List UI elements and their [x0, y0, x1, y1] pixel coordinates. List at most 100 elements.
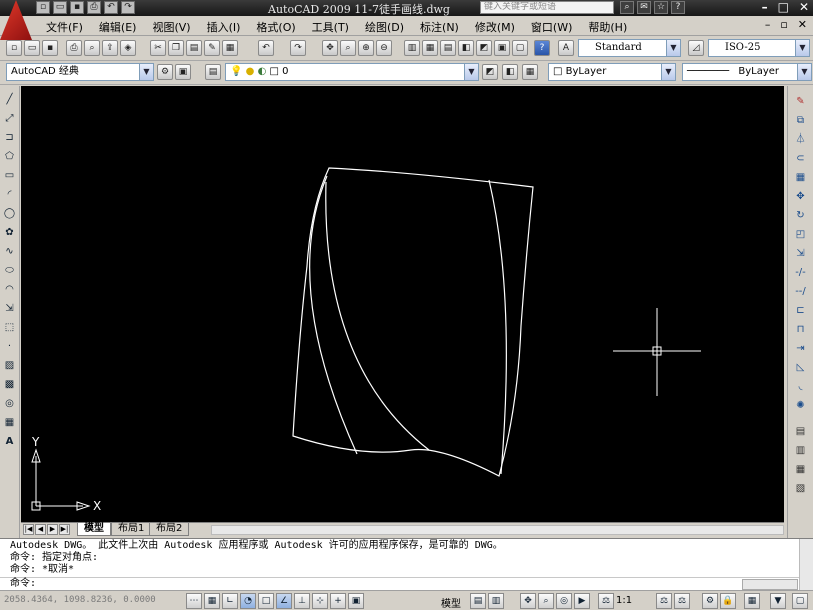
dynamic-ucs-icon[interactable]: ⊥	[294, 593, 310, 609]
first-tab-icon[interactable]: |◀	[23, 524, 34, 535]
cut-icon[interactable]: ✂	[150, 40, 166, 56]
polar-tracking-icon[interactable]: ◔	[240, 593, 256, 609]
minimize-icon[interactable]: –	[762, 0, 768, 15]
prev-tab-icon[interactable]: ◀	[35, 524, 46, 535]
dim-style-icon[interactable]: ◿	[688, 40, 704, 56]
menu-insert[interactable]: 插入(I)	[199, 19, 249, 35]
draworder-above-icon[interactable]: ▦	[793, 462, 808, 477]
communication-center-icon[interactable]: ✉	[637, 1, 651, 14]
help-toolbar-icon[interactable]: ?	[534, 40, 550, 56]
workspace-switching-icon[interactable]: ⚙	[702, 593, 718, 609]
favorites-star-icon[interactable]: ☆	[654, 1, 668, 14]
line-icon[interactable]: ╱	[2, 92, 17, 107]
rectangle-icon[interactable]: ▭	[2, 168, 17, 183]
offset-icon[interactable]: ⊂	[793, 151, 808, 166]
chevron-down-icon[interactable]: ▼	[795, 40, 809, 56]
text-style-select[interactable]: Standard ▼	[578, 39, 681, 57]
menu-help[interactable]: 帮助(H)	[580, 19, 635, 35]
pan-icon[interactable]: ✥	[322, 40, 338, 56]
quick-view-layouts-icon[interactable]: ▤	[470, 593, 486, 609]
multiline-text-icon[interactable]: A	[2, 434, 17, 449]
workspace-select[interactable]: AutoCAD 经典 ▼	[6, 63, 154, 81]
match-properties-icon[interactable]: ✎	[204, 40, 220, 56]
save-icon[interactable]: ▪	[70, 1, 84, 14]
tab-layout1[interactable]: 布局1	[111, 523, 152, 536]
next-tab-icon[interactable]: ▶	[47, 524, 58, 535]
auto-scale-icon[interactable]: ⚖	[674, 593, 690, 609]
zoom-status-icon[interactable]: ⌕	[538, 593, 554, 609]
break-at-point-icon[interactable]: ⊏	[793, 303, 808, 318]
gradient-icon[interactable]: ▩	[2, 377, 17, 392]
last-tab-icon[interactable]: ▶|	[59, 524, 70, 535]
fillet-icon[interactable]: ◟	[793, 379, 808, 394]
break-icon[interactable]: ⊓	[793, 322, 808, 337]
quick-view-drawings-icon[interactable]: ▥	[488, 593, 504, 609]
scale-icon[interactable]: ◰	[793, 227, 808, 242]
undo-icon[interactable]: ↶	[104, 1, 118, 14]
new-icon[interactable]: ▫	[36, 1, 50, 14]
open-file-icon[interactable]: ▭	[24, 40, 40, 56]
pan-status-icon[interactable]: ✥	[520, 593, 536, 609]
dynamic-input-icon[interactable]: ⊹	[312, 593, 328, 609]
coordinate-readout[interactable]: 2058.4364, 1098.8236, 0.0000	[4, 595, 156, 605]
color-select[interactable]: □ ByLayer ▼	[548, 63, 676, 81]
menu-draw[interactable]: 绘图(D)	[357, 19, 412, 35]
doc-close-icon[interactable]: ✕	[798, 18, 807, 31]
region-icon[interactable]: ◎	[2, 396, 17, 411]
erase-icon[interactable]: ✎	[793, 94, 808, 109]
paste-icon[interactable]: ▤	[186, 40, 202, 56]
command-input-row[interactable]: 命令:	[0, 577, 799, 590]
array-icon[interactable]: ▦	[793, 170, 808, 185]
menu-view[interactable]: 视图(V)	[144, 19, 198, 35]
layer-states-icon[interactable]: ▦	[522, 64, 538, 80]
annotation-visibility-icon[interactable]: ⚖	[656, 593, 672, 609]
zoom-window-icon[interactable]: ⊕	[358, 40, 374, 56]
polyline-icon[interactable]: ⊐	[2, 130, 17, 145]
calculator-icon[interactable]: ▢	[512, 40, 528, 56]
draworder-under-icon[interactable]: ▧	[793, 481, 808, 496]
search-icon[interactable]: ⌕	[620, 1, 634, 14]
print-icon[interactable]: ⎙	[87, 1, 101, 14]
model-space-label[interactable]: 模型	[441, 595, 461, 610]
make-block-icon[interactable]: ⬚	[2, 320, 17, 335]
save-file-icon[interactable]: ▪	[42, 40, 58, 56]
doc-restore-icon[interactable]: ▫	[780, 18, 787, 31]
move-icon[interactable]: ✥	[793, 189, 808, 204]
markup-icon[interactable]: ◩	[476, 40, 492, 56]
text-style-icon[interactable]: A	[558, 40, 574, 56]
join-icon[interactable]: ⇥	[793, 341, 808, 356]
steeringwheel-icon[interactable]: ◎	[556, 593, 572, 609]
chamfer-icon[interactable]: ◺	[793, 360, 808, 375]
workspace-lock-icon[interactable]: ▣	[175, 64, 191, 80]
linetype-select[interactable]: ─────── ByLayer ▼	[682, 63, 812, 81]
polygon-icon[interactable]: ⬠	[2, 149, 17, 164]
plot-preview-icon[interactable]: ⌕	[84, 40, 100, 56]
open-icon[interactable]: ▭	[53, 1, 67, 14]
redo-toolbar-icon[interactable]: ↷	[290, 40, 306, 56]
draworder-back-icon[interactable]: ▥	[793, 443, 808, 458]
quick-properties-icon[interactable]: ▣	[348, 593, 364, 609]
chevron-down-icon[interactable]: ▼	[139, 64, 153, 80]
dim-style-select[interactable]: ISO-25 ▼	[708, 39, 810, 57]
draworder-front-icon[interactable]: ▤	[793, 424, 808, 439]
publish-icon[interactable]: ⇪	[102, 40, 118, 56]
layer-select[interactable]: 💡 ● ◐ □ 0 ▼	[225, 63, 479, 81]
annotation-scale-value[interactable]: 1:1	[616, 595, 632, 606]
tab-model[interactable]: 模型	[77, 523, 111, 536]
menu-tools[interactable]: 工具(T)	[304, 19, 357, 35]
plot-icon[interactable]: ⎙	[66, 40, 82, 56]
properties-icon[interactable]: ▥	[404, 40, 420, 56]
layer-manager-icon[interactable]: ▤	[205, 64, 221, 80]
command-vscrollbar[interactable]	[799, 539, 813, 591]
grid-display-icon[interactable]: ▦	[204, 593, 220, 609]
copy-icon[interactable]: ❐	[168, 40, 184, 56]
chevron-down-icon[interactable]: ▼	[661, 64, 675, 80]
spline-icon[interactable]: ∿	[2, 244, 17, 259]
insert-block-icon[interactable]: ⇲	[2, 301, 17, 316]
status-menu-icon[interactable]: ▼	[770, 593, 786, 609]
trim-icon[interactable]: -/-	[793, 265, 808, 280]
copy-object-icon[interactable]: ⧉	[793, 113, 808, 128]
tool-palettes-icon[interactable]: ▤	[440, 40, 456, 56]
mirror-icon[interactable]: ⏃	[793, 132, 808, 147]
drawing-area[interactable]: Y X	[21, 86, 784, 522]
